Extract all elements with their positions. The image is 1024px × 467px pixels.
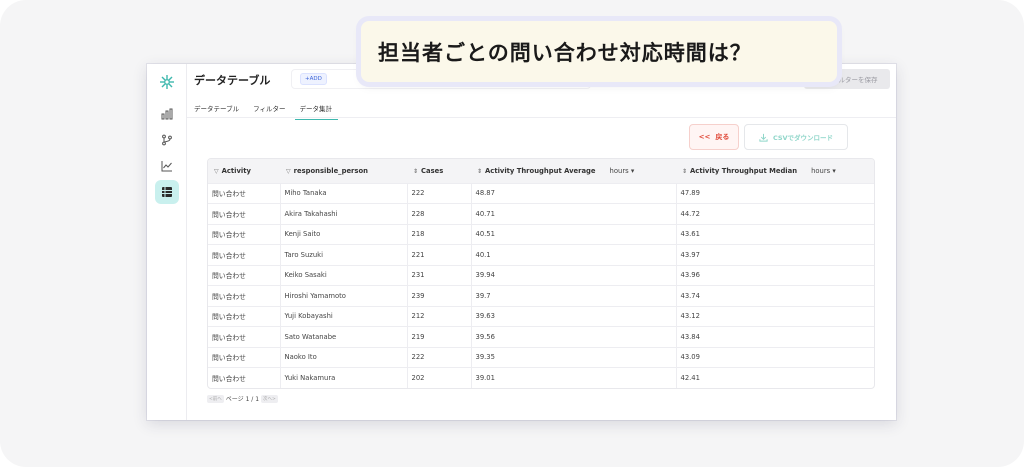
cell-throughput-median: 43.84 [676, 326, 874, 347]
cell-throughput-average: 39.01 [471, 367, 677, 388]
cell-throughput-average: 39.35 [471, 346, 677, 368]
app-window: データテーブル +ADD フィルター 保存済み ▣ フィルターを保存 データテー… [147, 64, 896, 420]
cell-cases: 218 [407, 223, 472, 245]
cell-responsible-person: Sato Watanabe [280, 326, 408, 347]
cell-responsible-person: Keiko Sasaki [280, 264, 408, 286]
cell-throughput-median: 47.89 [676, 182, 874, 204]
aggregation-table: ▽ Activity ▽ responsible_person ⇕ Cases ⇕ Ac… [207, 158, 875, 389]
table-row[interactable]: 問い合わせ Hiroshi Yamamoto 239 39.7 43.74 [208, 285, 874, 306]
logo-icon[interactable] [155, 70, 179, 94]
cell-responsible-person: Kenji Saito [280, 223, 408, 245]
cell-activity: 問い合わせ [208, 285, 281, 306]
table-row[interactable]: 問い合わせ Miho Tanaka 222 48.87 47.89 [208, 182, 874, 204]
cell-responsible-person: Taro Suzuki [280, 244, 408, 265]
column-header-cases[interactable]: ⇕ Cases [407, 159, 471, 183]
table-icon[interactable] [155, 180, 179, 204]
table-row[interactable]: 問い合わせ Naoko Ito 222 39.35 43.09 [208, 346, 874, 368]
column-header-throughput-median[interactable]: ⇕ Activity Throughput Median hours ▾ [676, 159, 874, 183]
line-chart-icon[interactable] [155, 154, 179, 178]
cell-activity: 問い合わせ [208, 346, 281, 368]
table-row[interactable]: 問い合わせ Sato Watanabe 219 39.56 43.84 [208, 326, 874, 347]
cell-throughput-median: 43.97 [676, 244, 874, 265]
cell-responsible-person: Yuji Kobayashi [280, 305, 408, 327]
column-header-activity[interactable]: ▽ Activity [208, 159, 280, 183]
table-row[interactable]: 問い合わせ Yuki Nakamura 202 39.01 42.41 [208, 367, 874, 388]
cell-cases: 239 [407, 285, 472, 306]
cell-throughput-median: 42.41 [676, 367, 874, 388]
cell-activity: 問い合わせ [208, 305, 281, 327]
cell-cases: 221 [407, 244, 472, 265]
cell-cases: 219 [407, 326, 472, 347]
cell-cases: 212 [407, 305, 472, 327]
page-title: データテーブル [194, 74, 271, 87]
cell-responsible-person: Naoko Ito [280, 346, 408, 368]
pagination: <前へ ページ 1 / 1 次へ> [207, 394, 278, 403]
add-filter-chip[interactable]: +ADD [300, 73, 327, 85]
table-row[interactable]: 問い合わせ Keiko Sasaki 231 39.94 43.96 [208, 264, 874, 286]
main-panel: データテーブル +ADD フィルター 保存済み ▣ フィルターを保存 データテー… [187, 64, 896, 420]
cell-throughput-median: 43.61 [676, 223, 874, 245]
table-row[interactable]: 問い合わせ Taro Suzuki 221 40.1 43.97 [208, 244, 874, 265]
cell-responsible-person: Akira Takahashi [280, 203, 408, 224]
cell-throughput-average: 39.56 [471, 326, 677, 347]
cell-throughput-median: 43.12 [676, 305, 874, 327]
cell-throughput-average: 39.63 [471, 305, 677, 327]
cell-throughput-median: 43.96 [676, 264, 874, 286]
cell-cases: 222 [407, 346, 472, 368]
next-page-button[interactable]: 次へ> [261, 394, 278, 403]
csv-download-button[interactable]: CSVでダウンロード [744, 124, 848, 150]
cell-activity: 問い合わせ [208, 244, 281, 265]
column-header-responsible-person[interactable]: ▽ responsible_person [280, 159, 407, 183]
table-row[interactable]: 問い合わせ Yuji Kobayashi 212 39.63 43.12 [208, 305, 874, 327]
cell-throughput-average: 39.7 [471, 285, 677, 306]
cell-throughput-median: 43.74 [676, 285, 874, 306]
bar-chart-icon[interactable] [155, 102, 179, 126]
cell-cases: 231 [407, 264, 472, 286]
back-label: 戻る [715, 133, 730, 141]
filter-icon[interactable]: ▽ [214, 168, 219, 175]
cell-throughput-average: 40.51 [471, 223, 677, 245]
cell-throughput-median: 43.09 [676, 346, 874, 368]
cell-throughput-average: 40.1 [471, 244, 677, 265]
sidebar [147, 64, 187, 420]
cell-cases: 222 [407, 182, 472, 204]
cell-throughput-average: 39.94 [471, 264, 677, 286]
cell-activity: 問い合わせ [208, 367, 281, 388]
back-button[interactable]: << 戻る [689, 124, 739, 150]
cell-activity: 問い合わせ [208, 203, 281, 224]
sort-icon[interactable]: ⇕ [477, 168, 482, 175]
tab-divider [187, 117, 896, 118]
table-row[interactable]: 問い合わせ Akira Takahashi 228 40.71 44.72 [208, 203, 874, 224]
page-indicator: ページ 1 / 1 [225, 396, 260, 403]
unit-select[interactable]: hours ▾ [811, 167, 836, 175]
table-row[interactable]: 問い合わせ Kenji Saito 218 40.51 43.61 [208, 223, 874, 245]
cell-responsible-person: Yuki Nakamura [280, 367, 408, 388]
csv-download-label: CSVでダウンロード [772, 134, 834, 142]
prev-page-button[interactable]: <前へ [207, 394, 224, 403]
cell-throughput-average: 40.71 [471, 203, 677, 224]
filter-icon[interactable]: ▽ [286, 168, 291, 175]
cell-activity: 問い合わせ [208, 326, 281, 347]
question-callout: 担当者ごとの問い合わせ対応時間は？ [361, 21, 837, 82]
cell-activity: 問い合わせ [208, 182, 281, 204]
cell-activity: 問い合わせ [208, 223, 281, 245]
sort-icon[interactable]: ⇕ [413, 168, 418, 175]
cell-activity: 問い合わせ [208, 264, 281, 286]
cell-cases: 228 [407, 203, 472, 224]
column-header-throughput-average[interactable]: ⇕ Activity Throughput Average hours ▾ [471, 159, 676, 183]
branch-icon[interactable] [155, 128, 179, 152]
unit-select[interactable]: hours ▾ [610, 167, 635, 175]
download-icon [759, 133, 768, 142]
cell-cases: 202 [407, 367, 472, 388]
cell-responsible-person: Miho Tanaka [280, 182, 408, 204]
back-icon: << [698, 133, 711, 141]
sort-icon[interactable]: ⇕ [682, 168, 687, 175]
cell-throughput-average: 48.87 [471, 182, 677, 204]
cell-throughput-median: 44.72 [676, 203, 874, 224]
table-header-row: ▽ Activity ▽ responsible_person ⇕ Cases ⇕ Ac… [208, 159, 874, 183]
cell-responsible-person: Hiroshi Yamamoto [280, 285, 408, 306]
